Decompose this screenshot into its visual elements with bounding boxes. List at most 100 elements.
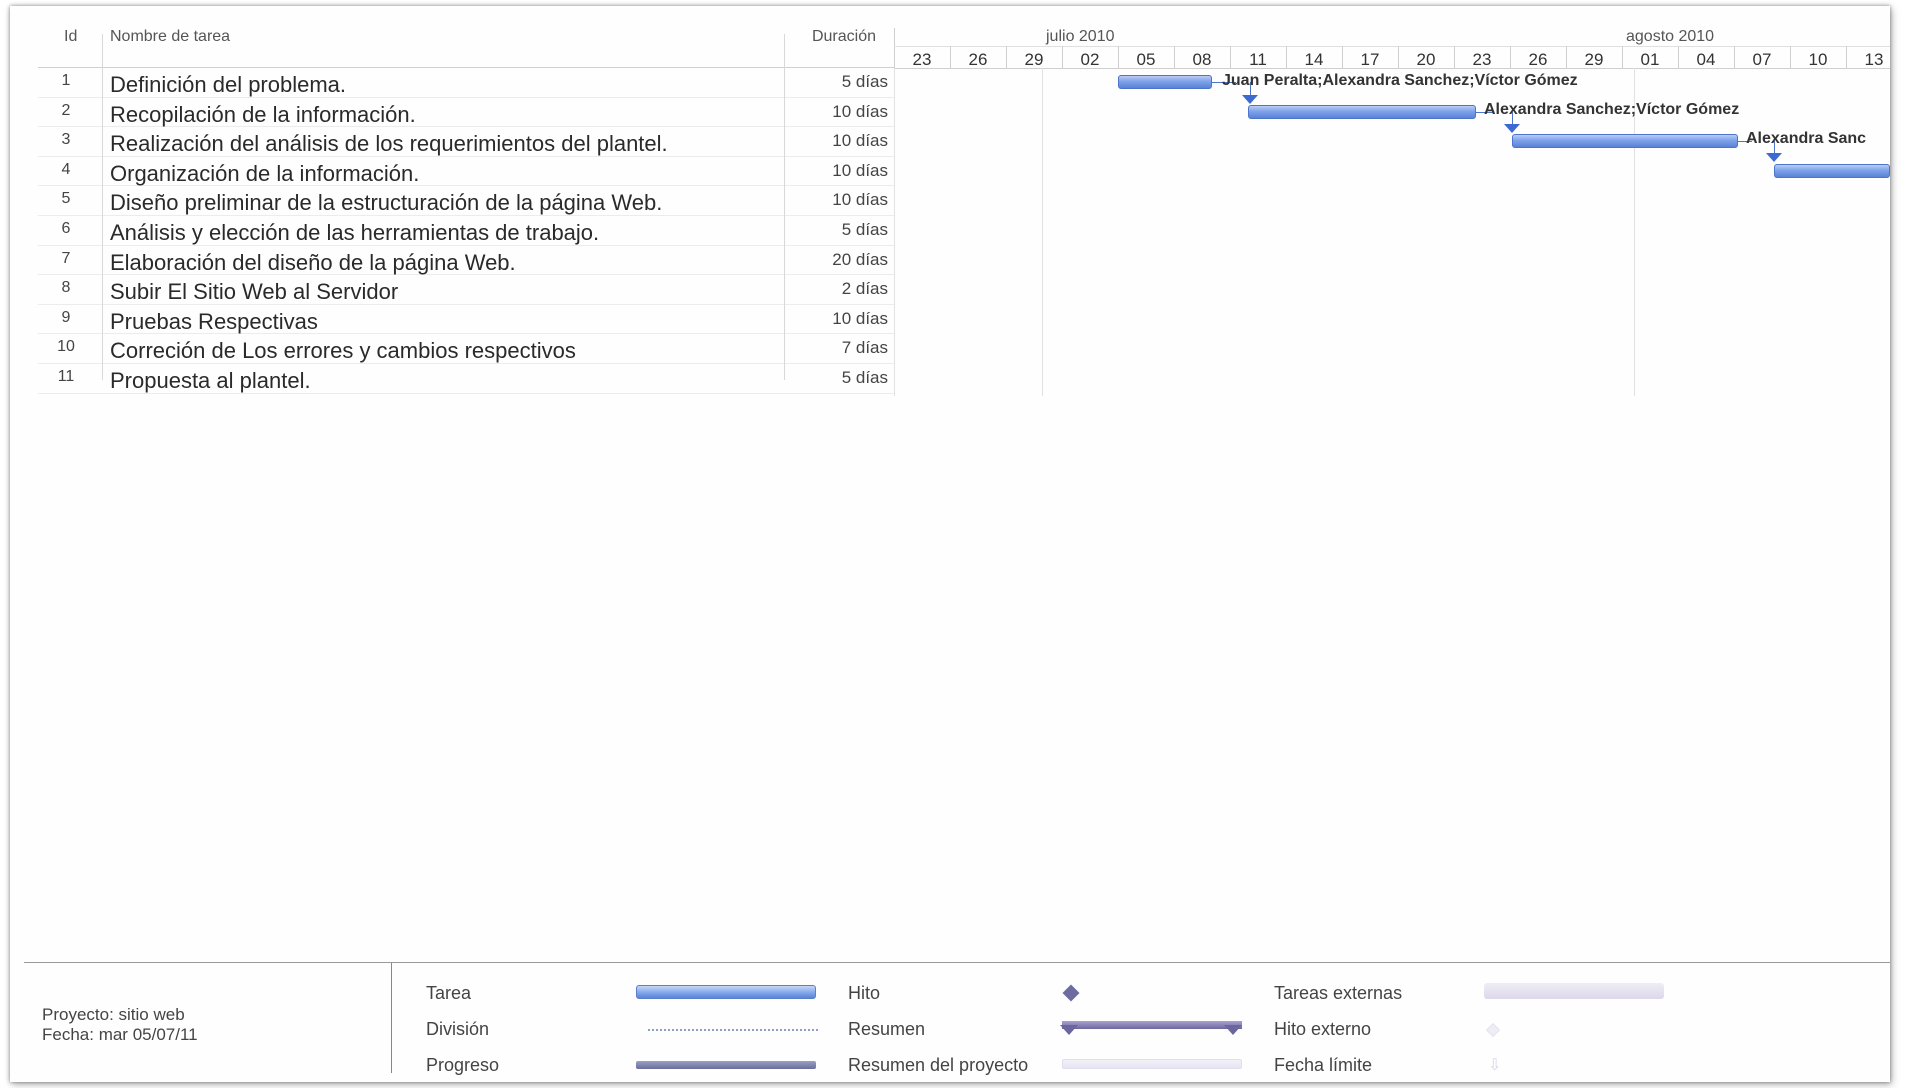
day-label: 26 bbox=[1528, 50, 1548, 69]
day-label: 01 bbox=[1640, 50, 1660, 69]
day-label: 10 bbox=[1808, 50, 1828, 69]
task-name: Diseño preliminar de la estructuración d… bbox=[110, 190, 663, 216]
task-name: Subir El Sitio Web al Servidor bbox=[110, 279, 399, 305]
resource-label-2: Alexandra Sanchez;Víctor Gómez bbox=[1484, 101, 1740, 118]
task-duration: 5 días bbox=[841, 72, 888, 91]
task-name: Realización del análisis de los requerim… bbox=[110, 131, 668, 157]
task-bar-4[interactable] bbox=[1774, 164, 1890, 178]
dependency-arrow-icon bbox=[1766, 153, 1782, 162]
summary-end-icon bbox=[1060, 1025, 1078, 1035]
task-bar-3[interactable] bbox=[1512, 134, 1738, 148]
day-divider bbox=[950, 46, 951, 68]
project-date: Fecha: mar 05/07/11 bbox=[42, 1025, 198, 1044]
day-divider bbox=[1398, 46, 1399, 68]
day-divider bbox=[1790, 46, 1791, 68]
day-label: 08 bbox=[1192, 50, 1212, 69]
task-id: 8 bbox=[61, 279, 71, 297]
day-divider bbox=[1510, 46, 1511, 68]
dependency-arrow-icon bbox=[1242, 95, 1258, 104]
task-bar-1[interactable] bbox=[1118, 75, 1212, 89]
task-name: Definición del problema. bbox=[110, 72, 347, 97]
task-id: 9 bbox=[61, 308, 71, 326]
legend-label-hito: Hito bbox=[848, 983, 881, 1003]
task-id: 10 bbox=[57, 338, 75, 356]
day-label: 11 bbox=[1249, 50, 1267, 69]
table-row[interactable]: 2 Recopilación de la información. 10 días bbox=[38, 98, 894, 128]
header-duration: Duración bbox=[811, 28, 876, 45]
table-row[interactable]: 8 Subir El Sitio Web al Servidor 2 días bbox=[38, 275, 894, 305]
table-row[interactable]: 4 Organización de la información. 10 días bbox=[38, 157, 894, 187]
summary-end-icon bbox=[1224, 1025, 1242, 1035]
dependency-arrow-icon bbox=[1504, 124, 1520, 133]
header-task-name: Nombre de tarea bbox=[110, 28, 231, 45]
task-id: 5 bbox=[61, 190, 71, 208]
external-milestone-icon bbox=[1485, 1022, 1501, 1038]
day-divider bbox=[1230, 46, 1231, 68]
task-rows: 1 Definición del problema. 5 días 2 Recopila… bbox=[38, 68, 894, 394]
table-row[interactable]: 10 Correción de Los errores y cambios res… bbox=[38, 334, 894, 364]
task-name: Organización de la información. bbox=[110, 160, 420, 186]
task-id: 4 bbox=[61, 160, 71, 178]
task-name: Recopilación de la información. bbox=[110, 101, 416, 127]
day-label: 07 bbox=[1752, 50, 1772, 69]
legend-label-hito-externo: Hito externo bbox=[1274, 1019, 1372, 1039]
day-label: 23 bbox=[912, 50, 932, 69]
legend-label-tareas-externas: Tareas externas bbox=[1274, 983, 1403, 1003]
table-row[interactable]: 5 Diseño preliminar de la estructuración … bbox=[38, 186, 894, 216]
day-divider bbox=[1622, 46, 1623, 68]
task-id: 2 bbox=[61, 101, 71, 119]
task-id: 3 bbox=[61, 131, 71, 149]
day-divider bbox=[1062, 46, 1063, 68]
task-id: 6 bbox=[61, 219, 71, 237]
table-header: Id Nombre de tarea Duración bbox=[38, 20, 894, 68]
day-divider bbox=[1342, 46, 1343, 68]
table-row[interactable]: 1 Definición del problema. 5 días bbox=[38, 68, 894, 98]
legend-label-tarea: Tarea bbox=[426, 983, 472, 1003]
month-label-august: agosto 2010 bbox=[1626, 28, 1715, 45]
task-duration: 2 días bbox=[841, 279, 888, 299]
task-id: 11 bbox=[57, 367, 75, 385]
day-label: 14 bbox=[1304, 50, 1324, 69]
project-name: Proyecto: sitio web bbox=[42, 1005, 185, 1024]
task-table: Id Nombre de tarea Duración 1 Definición … bbox=[38, 20, 894, 394]
task-duration: 10 días bbox=[832, 101, 888, 121]
gantt-print-page: Id Nombre de tarea Duración 1 Definición … bbox=[10, 6, 1890, 1082]
table-row[interactable]: 7 Elaboración del diseño de la página Web… bbox=[38, 246, 894, 276]
day-divider bbox=[1454, 46, 1455, 68]
gantt-grid-line bbox=[1042, 68, 1043, 396]
month-label-july: julio 2010 bbox=[1046, 28, 1115, 45]
legend-swatch-progreso bbox=[636, 1061, 816, 1069]
legend-label-progreso: Progreso bbox=[426, 1055, 500, 1075]
day-label: 29 bbox=[1024, 50, 1044, 69]
task-duration: 5 días bbox=[841, 367, 888, 387]
task-bar-2[interactable] bbox=[1248, 105, 1476, 119]
legend-swatch-tarea bbox=[636, 985, 816, 999]
task-duration: 10 días bbox=[832, 131, 888, 151]
task-name: Pruebas Respectivas bbox=[110, 308, 318, 334]
task-name: Elaboración del diseño de la página Web. bbox=[110, 249, 516, 275]
task-id: 1 bbox=[61, 72, 71, 89]
project-info: Proyecto: sitio web Fecha: mar 05/07/11 bbox=[42, 1005, 198, 1045]
day-divider bbox=[1006, 46, 1007, 68]
day-label: 05 bbox=[1136, 50, 1156, 69]
table-row[interactable]: 11 Propuesta al plantel. 5 días bbox=[38, 364, 894, 394]
column-divider bbox=[102, 34, 103, 380]
day-label: 20 bbox=[1416, 50, 1436, 69]
milestone-diamond-icon bbox=[1062, 984, 1080, 1002]
table-row[interactable]: 3 Realización del análisis de los requeri… bbox=[38, 127, 894, 157]
task-duration: 10 días bbox=[832, 308, 888, 328]
table-row[interactable]: 9 Pruebas Respectivas 10 días bbox=[38, 305, 894, 335]
legend-swatch-resumen bbox=[1062, 1021, 1242, 1029]
header-id: Id bbox=[64, 28, 78, 45]
legend-swatch-tareas-externas bbox=[1484, 983, 1664, 999]
day-label: 23 bbox=[1472, 50, 1492, 69]
table-row[interactable]: 6 Análisis y elección de las herramientas… bbox=[38, 216, 894, 246]
day-divider bbox=[1734, 46, 1735, 68]
task-duration: 20 días bbox=[832, 249, 888, 269]
day-divider bbox=[1286, 46, 1287, 68]
day-label: 29 bbox=[1584, 50, 1604, 69]
day-label: 02 bbox=[1080, 50, 1100, 69]
day-label: 26 bbox=[968, 50, 988, 69]
gantt-chart: julio 2010 agosto 2010 23 26 29 02 05 08 11 14 1… bbox=[894, 20, 1890, 396]
day-label: 17 bbox=[1360, 50, 1380, 69]
